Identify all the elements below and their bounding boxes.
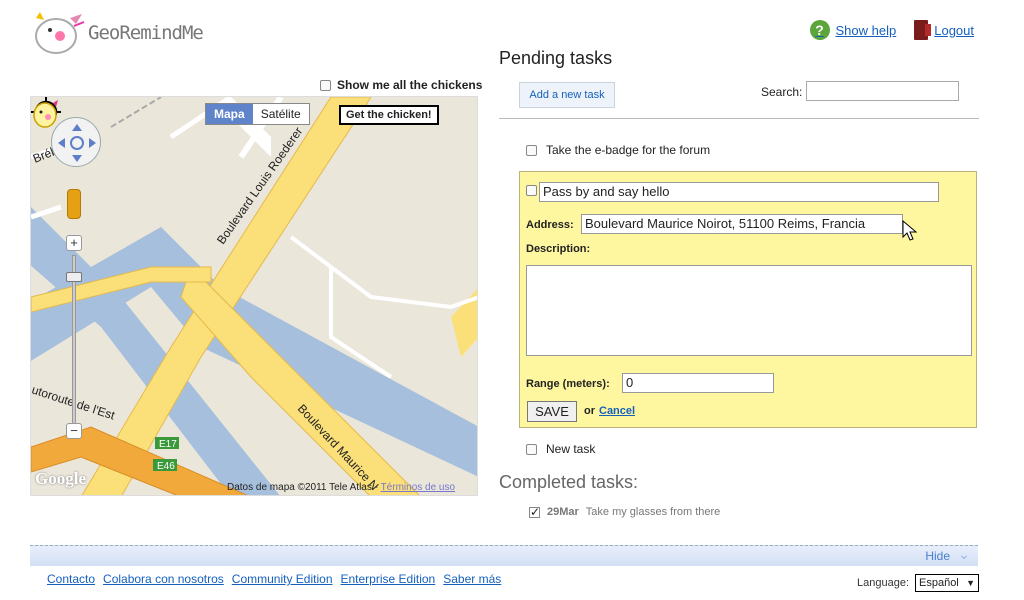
map-attribution: Datos de mapa ©2011 Tele Atlas - Término… bbox=[227, 482, 455, 493]
show-all-checkbox[interactable] bbox=[320, 79, 331, 91]
hide-link[interactable]: Hide bbox=[925, 549, 950, 563]
footer-links: Contacto Colabora con nosotros Community… bbox=[47, 572, 501, 586]
range-input[interactable]: 0 bbox=[622, 373, 774, 393]
footer-link-colabora[interactable]: Colabora con nosotros bbox=[103, 572, 224, 586]
app-logo: GeoRemindMe bbox=[30, 8, 204, 56]
task-editor: Pass by and say hello Address: Boulevard… bbox=[519, 171, 977, 428]
footer-link-community[interactable]: Community Edition bbox=[232, 572, 333, 586]
completed-task-label: Take my glasses from there bbox=[585, 506, 721, 518]
footer-band: Hide ⌄ bbox=[30, 545, 978, 566]
description-textarea[interactable] bbox=[526, 265, 972, 356]
show-all-chickens[interactable]: Show me all the chickens bbox=[320, 78, 482, 92]
chevron-down-icon[interactable]: ⌄ bbox=[958, 546, 970, 563]
language-value: Español bbox=[919, 577, 959, 589]
logout-label: Logout bbox=[934, 22, 974, 38]
footer-link-enterprise[interactable]: Enterprise Edition bbox=[341, 572, 436, 586]
completed-tasks-title: Completed tasks: bbox=[499, 472, 639, 492]
show-all-label: Show me all the chickens bbox=[337, 78, 483, 92]
map-type-control: Mapa Satélite bbox=[205, 103, 310, 125]
task-item: New task bbox=[526, 442, 595, 456]
pegman-icon[interactable] bbox=[67, 189, 81, 219]
dropdown-arrow-icon: ▼ bbox=[966, 578, 975, 588]
task-name-input[interactable]: Pass by and say hello bbox=[539, 182, 939, 202]
road-badge-e46: E46 bbox=[157, 461, 175, 472]
save-button[interactable]: SAVE bbox=[527, 401, 577, 422]
task-label[interactable]: Take the e-badge for the forum bbox=[546, 143, 710, 157]
language-select[interactable]: Español ▼ bbox=[915, 574, 979, 592]
chicken-logo-icon bbox=[35, 12, 85, 54]
zoom-out-button[interactable]: − bbox=[66, 423, 82, 439]
cancel-link[interactable]: Cancel bbox=[599, 405, 635, 417]
help-icon: ? bbox=[809, 20, 830, 40]
or-text: or bbox=[584, 405, 595, 417]
show-help-link[interactable]: ? Show help bbox=[809, 20, 897, 40]
completed-task-date: 29Mar bbox=[547, 506, 579, 518]
search-input[interactable] bbox=[806, 81, 959, 101]
zoom-in-button[interactable]: + bbox=[66, 235, 82, 251]
app-name: GeoRemindMe bbox=[88, 22, 204, 44]
map-view[interactable]: Boulevard Louis Roederer Brébant Bouleva… bbox=[30, 96, 478, 496]
description-label: Description: bbox=[526, 243, 591, 255]
attribution-text: Datos de mapa ©2011 Tele Atlas - bbox=[227, 482, 381, 493]
terms-link[interactable]: Términos de uso bbox=[381, 482, 455, 493]
divider bbox=[499, 118, 979, 119]
get-chicken-button[interactable]: Get the chicken! bbox=[339, 105, 439, 125]
door-icon bbox=[914, 20, 932, 40]
address-input[interactable]: Boulevard Maurice Noirot, 51100 Reims, F… bbox=[581, 214, 903, 234]
logout-link[interactable]: Logout bbox=[914, 20, 974, 40]
language-label: Language: bbox=[857, 577, 909, 589]
footer-link-saber-mas[interactable]: Saber más bbox=[443, 572, 501, 586]
road-badge-e17: E17 bbox=[159, 439, 177, 450]
google-logo: Google bbox=[35, 469, 86, 488]
zoom-slider-handle[interactable] bbox=[66, 272, 82, 282]
task-label[interactable]: New task bbox=[546, 442, 595, 456]
task-item: Take the e-badge for the forum bbox=[526, 143, 710, 157]
editor-task-checkbox[interactable] bbox=[526, 185, 537, 196]
task-checkbox[interactable] bbox=[526, 443, 537, 455]
completed-task-item: ✓ 29Mar Take my glasses from there bbox=[529, 506, 720, 518]
mouse-cursor-icon bbox=[902, 220, 918, 241]
map-type-mapa[interactable]: Mapa bbox=[206, 104, 253, 124]
search-label: Search: bbox=[761, 85, 803, 99]
range-label: Range (meters): bbox=[526, 378, 610, 390]
map-type-satelite[interactable]: Satélite bbox=[253, 104, 309, 124]
pending-tasks-title: Pending tasks bbox=[499, 48, 613, 68]
add-task-button[interactable]: Add a new task bbox=[519, 82, 615, 108]
show-help-label: Show help bbox=[835, 22, 897, 38]
task-checkbox[interactable] bbox=[526, 144, 537, 156]
address-label: Address: bbox=[526, 219, 574, 231]
chicken-marker-icon[interactable] bbox=[31, 97, 59, 129]
footer-link-contacto[interactable]: Contacto bbox=[47, 572, 95, 586]
checked-checkbox-icon[interactable]: ✓ bbox=[529, 506, 540, 518]
